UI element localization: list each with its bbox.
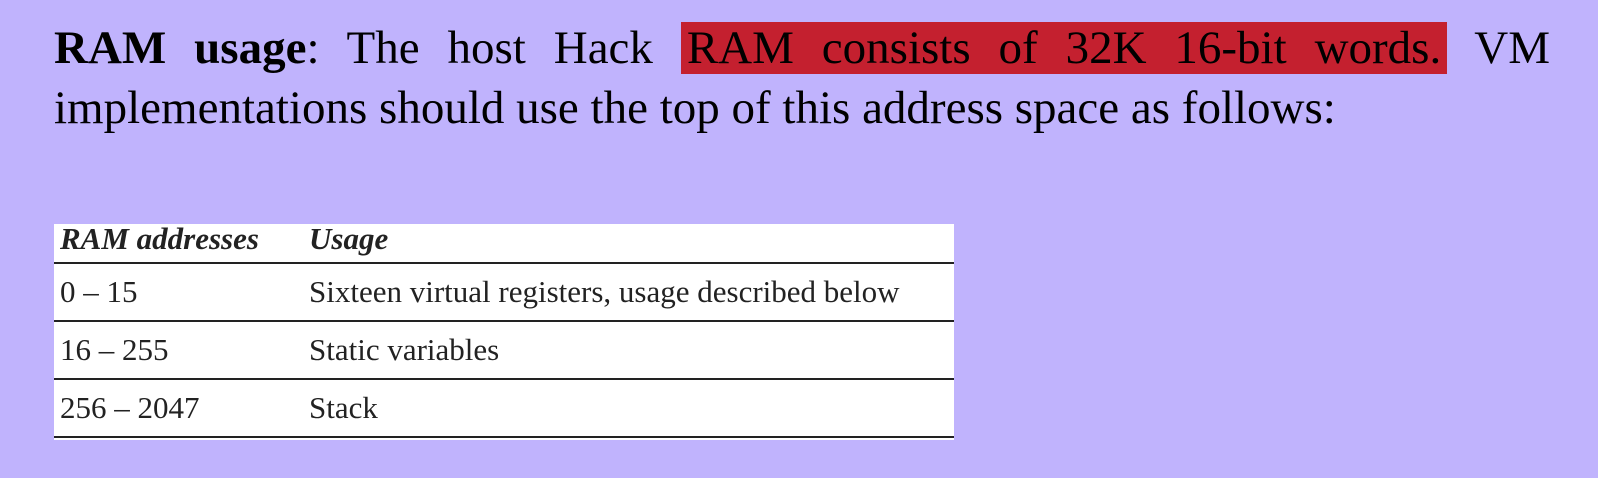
paragraph-line-1: RAM usage: The host Hack RAM consists of… (54, 18, 1550, 78)
usage-cell: Stack (303, 379, 954, 438)
text-after-highlight: VM (1447, 22, 1550, 74)
address-cell: 0 – 15 (54, 263, 303, 322)
text-before-highlight: The host Hack (319, 22, 681, 74)
table-row: 0 – 15 Sixteen virtual registers, usage … (54, 263, 954, 322)
table-header-row: RAM addresses Usage (54, 223, 954, 264)
colon: : (306, 22, 320, 74)
usage-cell: Sixteen virtual registers, usage describ… (303, 263, 954, 322)
column-header-usage: Usage (303, 223, 954, 264)
paragraph-line-2: implementations should use the top of th… (54, 82, 1336, 134)
address-cell: 16 – 255 (54, 321, 303, 380)
table-row: 256 – 2047 Stack (54, 379, 954, 438)
table-row: 16 – 255 Static variables (54, 321, 954, 380)
highlighted-text: RAM consists of 32K 16-bit words. (680, 22, 1448, 74)
address-cell: 256 – 2047 (54, 379, 303, 438)
ram-address-table: RAM addresses Usage 0 – 15 Sixteen virtu… (54, 223, 954, 440)
usage-cell: Static variables (303, 321, 954, 380)
bold-term: RAM usage (54, 22, 307, 74)
column-header-ram-addresses: RAM addresses (54, 223, 303, 264)
ram-usage-paragraph: RAM usage: The host Hack RAM consists of… (54, 18, 1550, 138)
